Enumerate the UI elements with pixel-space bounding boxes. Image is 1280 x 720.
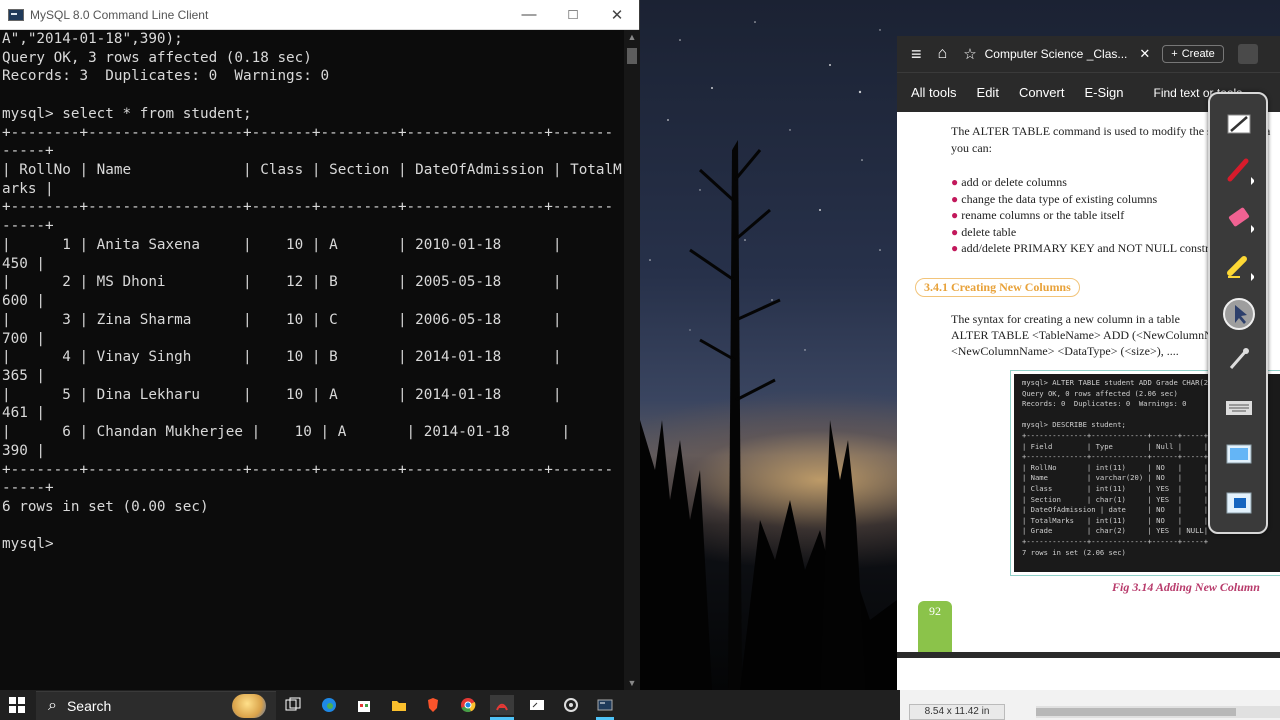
syntax-line-2: ALTER TABLE <TableName> ADD (<NewColumnN… xyxy=(951,328,1240,342)
terminal-line: 700 | xyxy=(2,330,46,347)
mysql-terminal-window[interactable]: MySQL 8.0 Command Line Client — □ ✕ A","… xyxy=(0,0,640,690)
pdf-next-page-area xyxy=(897,658,1280,690)
document-tab-title[interactable]: Computer Science _Clas... xyxy=(985,47,1128,61)
store-icon[interactable] xyxy=(355,697,373,713)
tab-close-icon[interactable]: ✕ xyxy=(1139,46,1150,62)
syntax-line-1: The syntax for creating a new column in … xyxy=(951,312,1180,326)
intro-text-2: you can: xyxy=(951,141,992,155)
search-label: Search xyxy=(66,698,112,714)
screen-capture-icon[interactable] xyxy=(1219,438,1259,474)
terminal-title: MySQL 8.0 Command Line Client xyxy=(30,7,209,22)
terminal-line: mysql> select * from student; xyxy=(2,105,252,122)
pointer-icon[interactable] xyxy=(1219,296,1259,332)
search-icon: ⌕ xyxy=(48,697,57,714)
menu-all-tools[interactable]: All tools xyxy=(911,85,957,100)
page-dimensions: 8.54 x 11.42 in xyxy=(909,704,1005,720)
keyboard-icon[interactable] xyxy=(1219,390,1259,426)
terminal-line: arks | xyxy=(2,180,54,197)
taskbar-search[interactable]: ⌕ Search xyxy=(36,691,276,720)
terminal-line: | 1 | Anita Saxena | 10 | A | 2010-01-18… xyxy=(2,236,562,253)
app-grid-icon[interactable] xyxy=(1237,44,1258,64)
scroll-up-icon[interactable]: ▲ xyxy=(624,32,640,42)
horizontal-scrollbar[interactable] xyxy=(1036,706,1280,718)
figure-line: 7 rows in set (2.06 sec) xyxy=(1022,547,1126,557)
terminal-app-icon xyxy=(8,8,24,21)
windows-start-icon[interactable] xyxy=(8,697,26,713)
terminal-line: Query OK, 3 rows affected (0.18 sec) xyxy=(2,49,312,66)
eraser-icon[interactable] xyxy=(1219,200,1259,236)
section-heading: 3.4.1 Creating New Columns xyxy=(915,278,1080,297)
terminal-line: 600 | xyxy=(2,293,46,310)
whiteboard-icon[interactable] xyxy=(1219,486,1259,522)
mysql-client-taskbar-icon[interactable] xyxy=(596,697,614,713)
terminal-titlebar[interactable]: MySQL 8.0 Command Line Client — □ ✕ xyxy=(0,0,639,30)
terminal-line: | 4 | Vinay Singh | 10 | B | 2014-01-18 … xyxy=(2,349,562,366)
terminal-line: mysql> xyxy=(2,536,54,553)
scrollbar-thumb[interactable] xyxy=(627,48,637,64)
terminal-line: -----+ xyxy=(2,218,54,235)
menu-convert[interactable]: Convert xyxy=(1019,85,1065,100)
terminal-output[interactable]: A","2014-01-18",390); Query OK, 3 rows af… xyxy=(0,30,624,690)
ink-toolbar[interactable] xyxy=(1208,92,1268,534)
terminal-line: +--------+------------------+-------+---… xyxy=(2,199,614,216)
create-label: Create xyxy=(1181,48,1215,60)
edge-browser-icon[interactable] xyxy=(320,697,338,713)
star-icon[interactable]: ☆ xyxy=(963,45,976,63)
terminal-line: | RollNo | Name | Class | Section | Date… xyxy=(2,162,622,179)
terminal-line: Records: 3 Duplicates: 0 Warnings: 0 xyxy=(2,68,330,85)
close-button[interactable]: ✕ xyxy=(595,0,639,30)
terminal-line: 461 | xyxy=(2,405,46,422)
terminal-scrollbar[interactable]: ▲ ▼ xyxy=(624,30,640,690)
terminal-line: -----+ xyxy=(2,143,54,160)
terminal-line: 390 | xyxy=(2,442,46,459)
terminal-line: +--------+------------------+-------+---… xyxy=(2,124,614,141)
figure-caption: Fig 3.14 Adding New Column xyxy=(1112,580,1260,594)
terminal-line: | 2 | MS Dhoni | 12 | B | 2005-05-18 | xyxy=(2,274,562,291)
terminal-line: 365 | xyxy=(2,367,46,384)
chrome-browser-icon[interactable] xyxy=(459,697,477,713)
brave-browser-icon[interactable] xyxy=(424,697,442,713)
terminal-line: 450 | xyxy=(2,255,46,272)
terminal-line: | 6 | Chandan Mukherjee | 10 | A | 2014-… xyxy=(2,424,571,441)
task-view-icon[interactable] xyxy=(284,697,302,713)
settings-app-icon[interactable] xyxy=(562,697,580,713)
hamburger-menu-icon[interactable]: ≡ xyxy=(911,44,922,65)
highlighter-icon[interactable] xyxy=(1219,248,1259,284)
scroll-down-icon[interactable]: ▼ xyxy=(624,678,640,688)
minimize-button[interactable]: — xyxy=(507,0,551,30)
red-pen-icon[interactable] xyxy=(1219,152,1259,188)
search-highlight-image xyxy=(232,694,266,718)
horizontal-scroll-thumb[interactable] xyxy=(1036,708,1236,716)
terminal-line: | 5 | Dina Lekharu | 10 | A | 2014-01-18… xyxy=(2,386,562,403)
file-explorer-icon[interactable] xyxy=(390,697,408,713)
terminal-line: | 3 | Zina Sharma | 10 | C | 2006-05-18 … xyxy=(2,311,562,328)
home-icon[interactable]: ⌂ xyxy=(938,45,948,63)
whiteboard-app-icon[interactable] xyxy=(528,697,546,713)
menu-edit[interactable]: Edit xyxy=(977,85,999,100)
maximize-button[interactable]: □ xyxy=(551,0,595,30)
terminal-line: +--------+------------------+-------+---… xyxy=(2,461,614,478)
plus-icon: + xyxy=(1171,48,1178,60)
terminal-line: -----+ xyxy=(2,480,54,497)
create-button[interactable]: + Create xyxy=(1162,45,1224,63)
menu-esign[interactable]: E-Sign xyxy=(1084,85,1123,100)
terminal-line: 6 rows in set (0.00 sec) xyxy=(2,498,209,515)
acrobat-taskbar-icon[interactable] xyxy=(490,695,514,715)
pdf-tab-bar: ≡ ⌂ ☆ Computer Science _Clas... ✕ + Crea… xyxy=(897,36,1280,72)
page-number-badge: 92 xyxy=(918,601,952,652)
syntax-line-3: <NewColumnName> <DataType> (<size>), ...… xyxy=(951,344,1179,358)
pen-tool-icon[interactable] xyxy=(1219,106,1259,142)
figure-line: +--------------+-------------+------+---… xyxy=(1022,536,1209,546)
laser-icon[interactable] xyxy=(1219,340,1259,376)
terminal-line: A","2014-01-18",390); xyxy=(2,31,183,47)
